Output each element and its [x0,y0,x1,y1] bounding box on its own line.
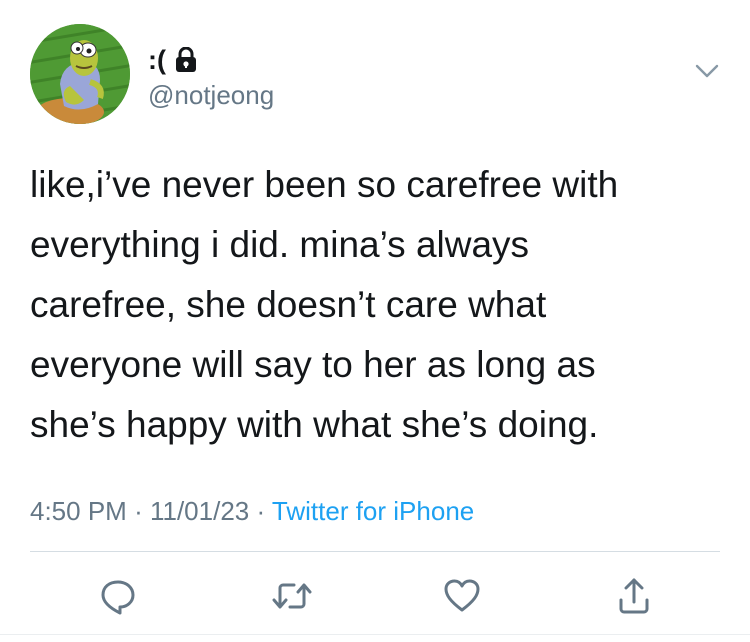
retweet-icon [270,576,314,616]
tweet-text-line: carefree, she doesn’t care what [30,284,547,325]
meta-separator: · [256,496,266,526]
reply-icon [98,576,138,616]
display-name[interactable]: :( [148,44,198,76]
share-button[interactable] [612,574,656,618]
display-name-text: :( [148,45,166,75]
tweet-text: like,i’ve never been so carefree with ev… [30,155,720,455]
action-bar [0,574,750,624]
reply-button[interactable] [96,574,140,618]
tweet-card: :( @notjeong like,i’ve never been so car… [0,0,750,642]
tweet-text-line: everyone will say to her as long as [30,344,596,385]
tweet-date[interactable]: 11/01/23 [150,496,249,526]
tweet-text-line: she’s happy with what she’s doing. [30,404,599,445]
avatar[interactable] [30,24,130,124]
tweet-text-line: like,i’ve never been so carefree with [30,164,619,205]
chevron-down-icon[interactable] [694,62,720,80]
tweet-meta: 4:50 PM · 11/01/23 · Twitter for iPhone [30,494,474,528]
divider [30,551,720,552]
like-button[interactable] [440,574,484,618]
tweet-source-link[interactable]: Twitter for iPhone [272,496,474,526]
tweet-text-line: everything i did. mina’s always [30,224,530,265]
user-handle[interactable]: @notjeong [148,80,274,110]
lock-icon [174,46,198,73]
avatar-image [30,24,130,124]
heart-icon [442,576,482,616]
retweet-button[interactable] [270,574,314,618]
meta-separator: · [134,496,143,526]
tweet-time[interactable]: 4:50 PM [30,496,127,526]
share-icon [614,576,654,616]
